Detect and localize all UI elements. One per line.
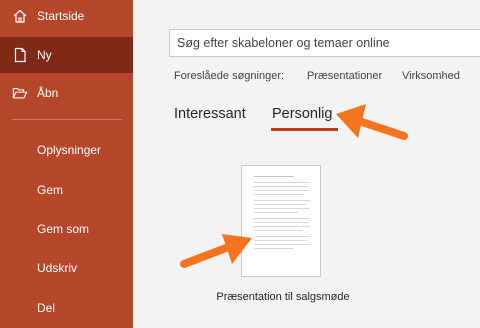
tab-interessant[interactable]: Interessant bbox=[174, 106, 246, 122]
folder-open-icon bbox=[12, 85, 28, 101]
sidebar-item-label: Ny bbox=[37, 48, 52, 62]
doc-line bbox=[254, 208, 310, 209]
template-thumbnail[interactable] bbox=[241, 165, 321, 277]
sidebar-item-aabn[interactable]: Åbn bbox=[0, 78, 133, 108]
sidebar-item-label: Startside bbox=[37, 9, 85, 23]
suggested-searches-label: Foreslåede søgninger: bbox=[174, 70, 285, 82]
doc-line bbox=[254, 218, 310, 219]
active-tab-underline bbox=[271, 128, 338, 131]
template-name: Præsentation til salgsmøde bbox=[216, 291, 350, 303]
tab-personlig[interactable]: Personlig bbox=[272, 106, 332, 122]
doc-line bbox=[254, 182, 310, 183]
suggested-search-link[interactable]: Præsentationer bbox=[307, 70, 382, 82]
sidebar-item-oplysninger[interactable]: Oplysninger bbox=[0, 138, 133, 162]
sidebar-divider bbox=[12, 119, 122, 120]
doc-line bbox=[254, 212, 298, 213]
sidebar-item-gem-som[interactable]: Gem som bbox=[0, 217, 133, 241]
search-placeholder: Søg efter skabeloner og temaer online bbox=[177, 36, 390, 50]
new-presentation-pane: Søg efter skabeloner og temaer online Fo… bbox=[133, 0, 480, 328]
doc-line bbox=[254, 236, 310, 237]
sidebar-item-startside[interactable]: Startside bbox=[0, 0, 133, 32]
sidebar-item-label: Åbn bbox=[37, 86, 59, 100]
doc-line bbox=[254, 226, 310, 227]
doc-line bbox=[254, 200, 310, 201]
template-search-input[interactable]: Søg efter skabeloner og temaer online bbox=[169, 29, 480, 57]
sidebar-item-label: Gem bbox=[37, 183, 64, 197]
new-document-icon bbox=[12, 47, 28, 63]
doc-line bbox=[254, 194, 304, 195]
doc-line bbox=[254, 190, 310, 191]
sidebar-item-label: Udskriv bbox=[37, 261, 78, 275]
doc-line bbox=[254, 230, 302, 231]
sidebar-item-label: Gem som bbox=[37, 222, 90, 236]
home-icon bbox=[12, 8, 28, 24]
sidebar-item-label: Del bbox=[37, 301, 56, 315]
doc-line bbox=[254, 186, 308, 187]
doc-line bbox=[254, 244, 310, 245]
suggested-search-link[interactable]: Virksomhed bbox=[402, 70, 460, 82]
sidebar-item-label: Oplysninger bbox=[37, 143, 102, 157]
sidebar-item-del[interactable]: Del bbox=[0, 296, 133, 320]
doc-line bbox=[254, 222, 308, 223]
doc-line bbox=[254, 176, 294, 177]
sidebar-item-udskriv[interactable]: Udskriv bbox=[0, 256, 133, 280]
doc-line bbox=[254, 240, 306, 241]
sidebar-item-ny[interactable]: Ny bbox=[0, 37, 133, 73]
sidebar-item-gem[interactable]: Gem bbox=[0, 178, 133, 202]
doc-line bbox=[254, 248, 294, 249]
backstage-sidebar: Startside Ny Åbn Oplysninger Gem Gem som… bbox=[0, 0, 133, 328]
doc-line bbox=[254, 204, 306, 205]
